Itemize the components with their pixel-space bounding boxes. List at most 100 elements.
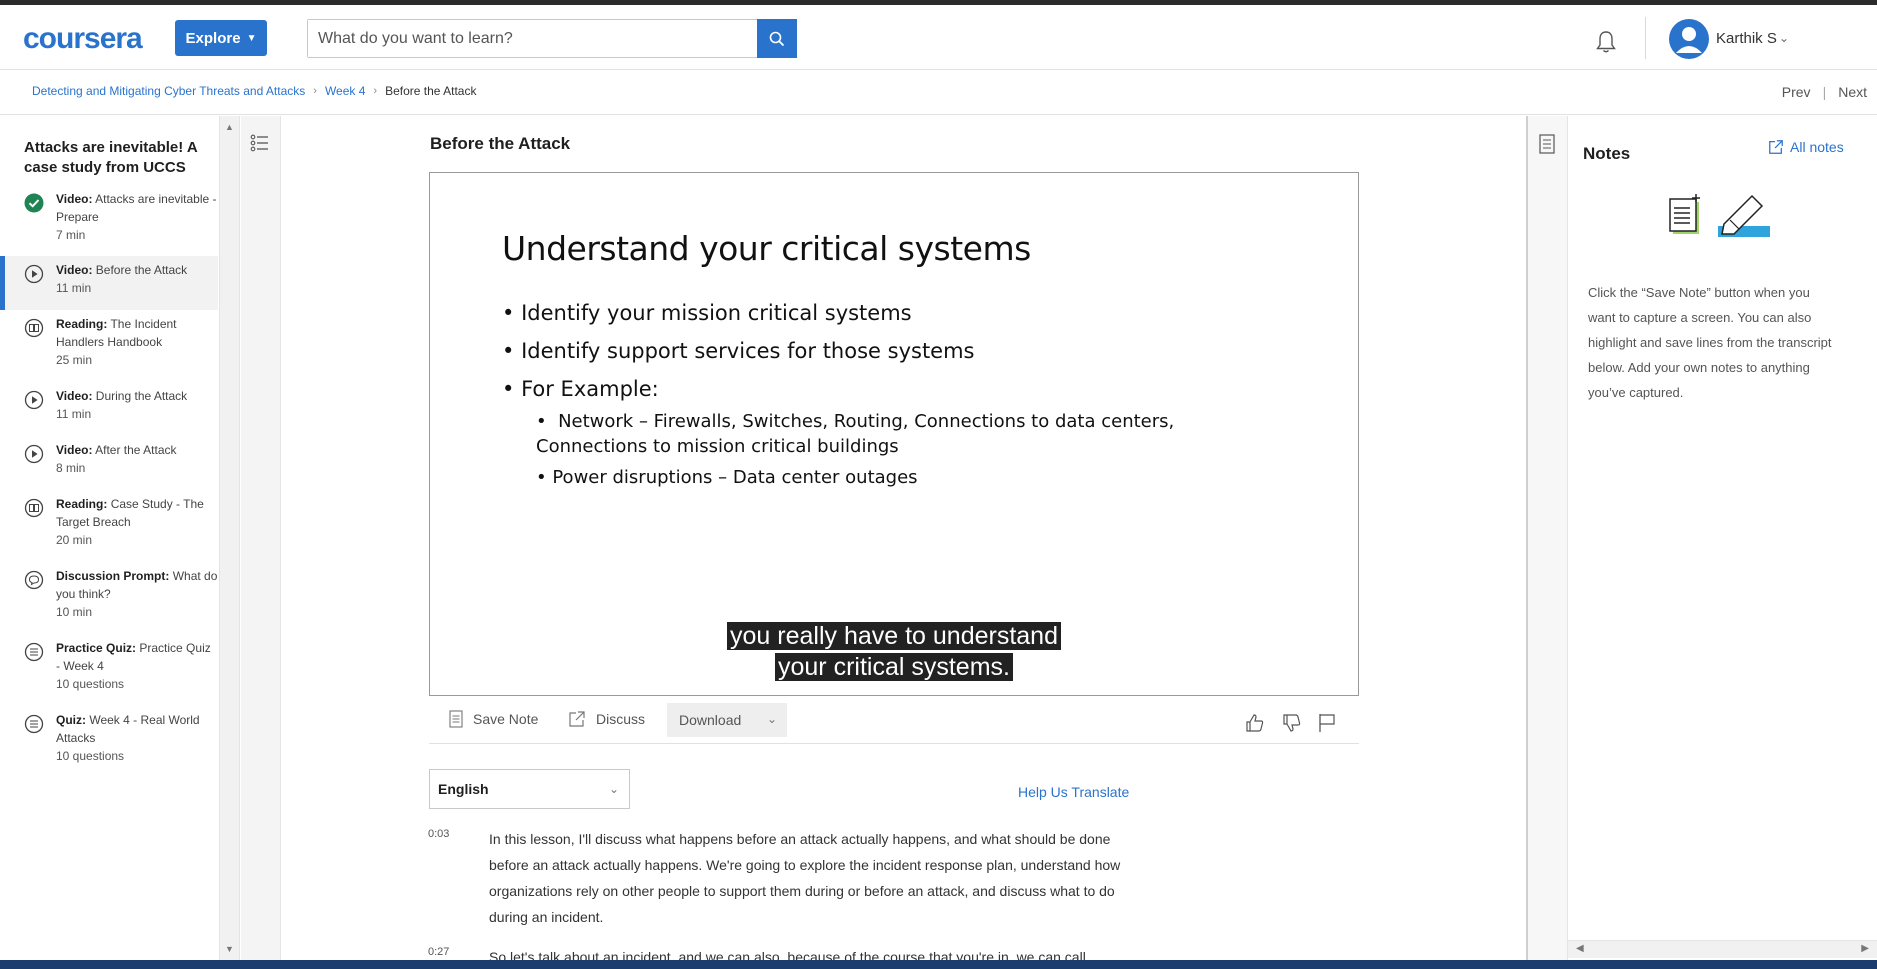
reading-icon: [24, 318, 44, 338]
search-input[interactable]: [308, 20, 757, 57]
sidebar-item-discussion[interactable]: Discussion Prompt: What do you think? 10…: [0, 567, 218, 621]
breadcrumb-bar: Detecting and Mitigating Cyber Threats a…: [0, 70, 1877, 115]
breadcrumb-course-link[interactable]: Detecting and Mitigating Cyber Threats a…: [32, 84, 305, 98]
sidebar-item-quiz[interactable]: Quiz: Week 4 - Real World Attacks 10 que…: [0, 711, 218, 765]
save-note-button[interactable]: Save Note: [449, 710, 538, 728]
discussion-icon: [24, 570, 44, 590]
discuss-button[interactable]: Discuss: [568, 710, 645, 728]
slide-bullet: • Identify your mission critical systems: [502, 301, 912, 325]
transcript: 0:03 In this lesson, I'll discuss what h…: [428, 826, 1148, 969]
sidebar-item-label: Video: Attacks are inevitable - Prepare: [56, 192, 217, 224]
flag-icon[interactable]: [1316, 712, 1338, 734]
language-select[interactable]: English ⌄: [429, 769, 630, 809]
sidebar-item-label: Quiz: Week 4 - Real World Attacks: [56, 713, 200, 745]
notes-toggle-icon[interactable]: [1538, 134, 1556, 154]
explore-label: Explore: [185, 29, 241, 47]
sidebar-item-duration: 7 min: [56, 228, 86, 242]
notes-horizontal-scrollbar[interactable]: ◀ ▶: [1568, 940, 1877, 958]
chevron-right-icon: ›: [313, 85, 317, 97]
sidebar-item-attacks-inevitable[interactable]: Video: Attacks are inevitable - Prepare …: [0, 190, 218, 244]
caption-line-1: you really have to understand: [727, 622, 1061, 650]
sidebar-item-target-breach[interactable]: Reading: Case Study - The Target Breach …: [0, 495, 218, 549]
notes-toggle-column: [1528, 116, 1568, 960]
course-sidebar: Attacks are inevitable! A case study fro…: [0, 116, 220, 960]
help-translate-link[interactable]: Help Us Translate: [1018, 784, 1129, 800]
sidebar-item-during-the-attack[interactable]: Video: During the Attack 11 min: [0, 387, 218, 423]
search-icon: [769, 31, 785, 46]
video-toolbar: Save Note Discuss Download ⌄: [429, 700, 1359, 744]
download-dropdown[interactable]: Download ⌄: [667, 703, 787, 737]
external-link-icon: [1769, 140, 1783, 154]
notes-description: Click the “Save Note” button when you wa…: [1588, 285, 1832, 400]
slide-sub-bullet: • Network – Firewalls, Switches, Routing…: [536, 411, 1175, 457]
notification-bell-icon[interactable]: [1594, 29, 1618, 55]
quiz-icon: [24, 714, 44, 734]
sidebar-item-practice-quiz[interactable]: Practice Quiz: Practice Quiz - Week 4 10…: [0, 639, 218, 693]
chevron-down-icon: ⌄: [608, 782, 619, 796]
top-header: coursera Explore ▼ Karthik S ⌄: [0, 5, 1877, 70]
breadcrumb-current: Before the Attack: [385, 84, 477, 98]
header-divider: [1645, 17, 1646, 59]
sidebar-item-label: Video: After the Attack: [56, 443, 177, 457]
breadcrumb: Detecting and Mitigating Cyber Threats a…: [32, 84, 476, 98]
search-button[interactable]: [757, 19, 797, 58]
os-taskbar: [0, 960, 1877, 969]
breadcrumb-week-link[interactable]: Week 4: [325, 84, 365, 98]
transcript-timestamp[interactable]: 0:03: [428, 828, 449, 840]
play-icon: [24, 264, 44, 284]
sidebar-item-duration: 10 min: [56, 605, 93, 619]
transcript-timestamp[interactable]: 0:27: [428, 946, 449, 958]
sidebar-item-label: Reading: Case Study - The Target Breach: [56, 497, 204, 529]
list-toggle-icon[interactable]: [249, 132, 271, 154]
transcript-paragraph[interactable]: 0:03 In this lesson, I'll discuss what h…: [428, 826, 1148, 930]
caption-line-2: your critical systems.: [775, 653, 1013, 681]
explore-button[interactable]: Explore ▼: [175, 20, 267, 56]
user-silhouette-icon: [1676, 27, 1702, 53]
chevron-down-icon: ▼: [246, 32, 257, 44]
prev-button[interactable]: Prev: [1782, 84, 1811, 100]
module-title: Attacks are inevitable! A case study fro…: [24, 139, 198, 176]
scroll-down-arrow-icon[interactable]: ▼: [225, 944, 234, 954]
search-bar: [307, 19, 797, 58]
scroll-left-arrow-icon[interactable]: ◀: [1576, 943, 1584, 954]
slide-bullets: • Identify your mission critical systems…: [502, 301, 1302, 496]
discuss-label: Discuss: [596, 711, 646, 727]
chevron-down-icon[interactable]: ⌄: [1779, 31, 1789, 45]
notes-illustration-icon: [1669, 194, 1770, 237]
all-notes-link[interactable]: All notes: [1768, 139, 1844, 155]
slide-bullet: • For Example:: [502, 377, 659, 401]
sidebar-item-label: Video: Before the Attack: [56, 263, 188, 277]
avatar[interactable]: [1669, 19, 1709, 59]
coursera-logo[interactable]: coursera: [23, 22, 143, 56]
save-note-label: Save Note: [473, 711, 539, 727]
sidebar-item-duration: 20 min: [56, 533, 93, 547]
all-notes-label: All notes: [1790, 139, 1844, 155]
reading-icon: [24, 498, 44, 518]
sidebar-item-duration: 10 questions: [56, 749, 125, 763]
next-button[interactable]: Next: [1838, 84, 1867, 100]
sidebar-item-duration: 25 min: [56, 353, 93, 367]
chevron-down-icon: ⌄: [766, 712, 777, 726]
sidebar-item-label: Video: During the Attack: [56, 389, 188, 403]
user-name[interactable]: Karthik S: [1716, 30, 1777, 47]
sidebar-item-duration: 8 min: [56, 461, 86, 475]
toc-toggle-column: [241, 116, 281, 960]
thumbs-up-icon[interactable]: [1244, 712, 1266, 734]
quiz-icon: [24, 642, 44, 662]
thumbs-down-icon[interactable]: [1281, 712, 1303, 734]
chevron-right-icon: ›: [373, 85, 378, 97]
sidebar-item-label: Reading: The Incident Handlers Handbook: [56, 317, 177, 349]
scroll-up-arrow-icon[interactable]: ▲: [225, 122, 234, 132]
sidebar-item-before-the-attack[interactable]: Video: Before the Attack 11 min: [0, 256, 218, 310]
slide-bullet: • Identify support services for those sy…: [502, 339, 975, 363]
transcript-text[interactable]: In this lesson, I'll discuss what happen…: [489, 826, 1149, 930]
sidebar-item-after-the-attack[interactable]: Video: After the Attack 8 min: [0, 441, 218, 477]
video-player[interactable]: Understand your critical systems • Ident…: [429, 172, 1359, 696]
scroll-right-arrow-icon[interactable]: ▶: [1861, 943, 1869, 954]
sidebar-scrollbar[interactable]: ▲ ▼: [220, 116, 240, 960]
download-label: Download: [679, 712, 742, 728]
sidebar-item-incident-handlers-handbook[interactable]: Reading: The Incident Handlers Handbook …: [0, 315, 218, 369]
video-caption: you really have to understand your criti…: [430, 621, 1358, 683]
sidebar-item-label: Practice Quiz: Practice Quiz - Week 4: [56, 641, 211, 673]
slide-title: Understand your critical systems: [502, 229, 1031, 268]
